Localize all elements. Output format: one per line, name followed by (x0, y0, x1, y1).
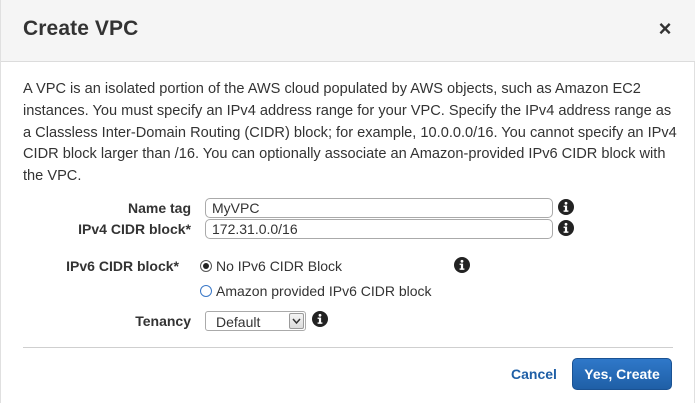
tenancy-select[interactable]: Default (205, 311, 306, 331)
dialog-header: Create VPC × (1, 0, 695, 62)
ipv6-cidr-info-icon[interactable] (454, 257, 470, 273)
dialog-description: A VPC is an isolated portion of the AWS … (23, 81, 677, 185)
close-icon[interactable]: × (653, 15, 677, 43)
dialog-title: Create VPC (23, 17, 139, 40)
tenancy-label: Tenancy (135, 313, 191, 329)
name-tag-input[interactable] (205, 198, 553, 218)
tenancy-selected-value: Default (216, 314, 261, 330)
ipv4-cidr-info-icon[interactable] (558, 220, 574, 236)
footer-divider (23, 347, 673, 348)
ipv6-option-none[interactable]: No IPv6 CIDR Block (200, 256, 342, 276)
cancel-button[interactable]: Cancel (511, 366, 557, 382)
create-vpc-dialog: Create VPC × A VPC is an isolated portio… (0, 0, 695, 403)
radio-amazon-ipv6[interactable] (200, 285, 212, 297)
radio-amazon-ipv6-label: Amazon provided IPv6 CIDR block (216, 283, 432, 299)
ipv4-cidr-input[interactable] (205, 219, 553, 239)
name-tag-info-icon[interactable] (558, 199, 574, 215)
radio-no-ipv6-label: No IPv6 CIDR Block (216, 258, 343, 274)
chevron-down-icon[interactable] (289, 313, 304, 329)
ipv6-cidr-label: IPv6 CIDR block* (66, 258, 179, 274)
ipv4-cidr-label: IPv4 CIDR block* (78, 221, 191, 237)
radio-no-ipv6[interactable] (200, 260, 212, 272)
name-tag-label: Name tag (127, 200, 191, 216)
tenancy-info-icon[interactable] (312, 311, 328, 327)
create-button[interactable]: Yes, Create (572, 358, 672, 390)
ipv6-option-amazon[interactable]: Amazon provided IPv6 CIDR block (200, 281, 432, 301)
